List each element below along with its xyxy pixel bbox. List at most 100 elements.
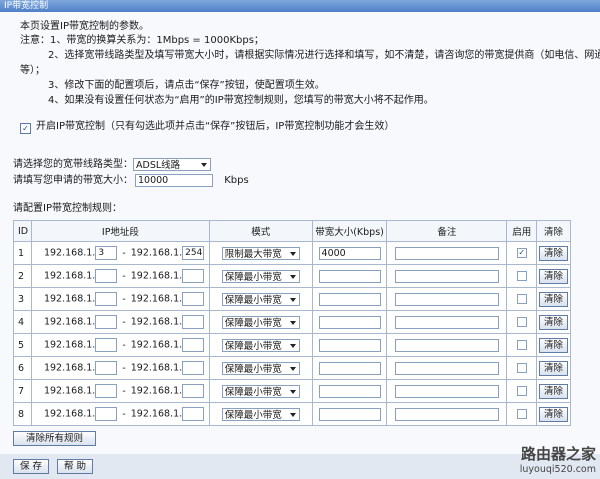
ip-start-input[interactable] <box>95 384 118 398</box>
ip-end-input[interactable] <box>182 292 205 306</box>
mode-cell: 保障最小带宽 <box>208 264 313 288</box>
clear-row-button[interactable]: 清除 <box>539 383 569 399</box>
bandwidth-input[interactable]: 10000 <box>135 173 213 187</box>
ip-start-input[interactable] <box>95 292 118 306</box>
enable-row-checkbox[interactable] <box>516 363 527 373</box>
bandwidth-cell <box>311 402 388 426</box>
clear-row-button[interactable]: 清除 <box>539 291 569 307</box>
mode-select[interactable]: 保障最小带宽 <box>221 269 300 283</box>
mode-select[interactable]: 限制最大带宽 <box>221 246 300 260</box>
mode-value: 保障最小带宽 <box>224 294 282 306</box>
remark-field[interactable] <box>394 269 499 283</box>
mode-cell: 保障最小带宽 <box>208 402 313 426</box>
enable-row-checkbox[interactable] <box>516 294 527 304</box>
bandwidth-field[interactable] <box>318 384 381 398</box>
ip-start-input[interactable] <box>95 361 118 375</box>
ip-prefix: 192.168.1. <box>130 270 183 282</box>
mode-select[interactable]: 保障最小带宽 <box>221 338 300 352</box>
enable-row-checkbox[interactable] <box>516 386 527 396</box>
table-row: 2 192.168.1. -192.168.1. 保障最小带宽 清除 <box>13 264 571 288</box>
bandwidth-field[interactable] <box>318 407 381 421</box>
remark-cell <box>386 356 508 380</box>
ip-end-input[interactable] <box>182 315 205 329</box>
mode-select[interactable]: 保障最小带宽 <box>221 407 300 421</box>
bandwidth-field[interactable] <box>318 292 381 306</box>
clear-cell: 清除 <box>536 241 571 265</box>
remark-cell <box>386 333 508 357</box>
ip-end-input[interactable] <box>182 384 205 398</box>
remark-cell <box>386 241 508 265</box>
ip-start-input[interactable] <box>95 338 118 352</box>
clear-row-button[interactable]: 清除 <box>539 268 569 284</box>
clear-row-button[interactable]: 清除 <box>539 360 569 376</box>
enable-control-row[interactable]: ✓ 开启IP带宽控制（只有勾选此项并点击“保存”按钮后，IP带宽控制功能才会生效） <box>20 117 394 134</box>
mode-cell: 保障最小带宽 <box>208 287 313 311</box>
help-button[interactable]: 帮 助 <box>57 459 93 474</box>
ip-range-cell: 192.168.1. -192.168.1. <box>30 264 210 288</box>
enable-row-checkbox[interactable] <box>516 271 527 281</box>
enable-row-checkbox[interactable] <box>516 409 527 419</box>
table-row: 6 192.168.1. -192.168.1. 保障最小带宽 清除 <box>13 356 571 380</box>
line-type-label: 请选择您的宽带线路类型： <box>13 159 133 170</box>
ip-start-input[interactable]: 3 <box>95 246 118 260</box>
remark-field[interactable] <box>394 338 499 352</box>
mode-value: 保障最小带宽 <box>224 409 282 421</box>
clear-row-button[interactable]: 清除 <box>539 314 569 330</box>
enable-cell <box>506 402 538 426</box>
ip-start-input[interactable] <box>95 269 118 283</box>
ip-range-cell: 192.168.1. -192.168.1. <box>30 379 210 403</box>
row-id: 7 <box>13 379 32 403</box>
ip-separator: - <box>122 316 126 328</box>
table-row: 7 192.168.1. -192.168.1. 保障最小带宽 清除 <box>13 379 571 403</box>
ip-end-input[interactable]: 254 <box>182 246 205 260</box>
clear-all-rules-button[interactable]: 清除所有规则 <box>13 431 96 446</box>
enable-cell <box>506 287 538 311</box>
watermark: 路由器之家 luyouqi520.com <box>520 443 596 475</box>
bandwidth-field[interactable] <box>318 361 381 375</box>
bandwidth-field[interactable] <box>318 338 381 352</box>
remark-field[interactable] <box>394 246 499 260</box>
ip-prefix: 192.168.1. <box>130 316 183 328</box>
mode-select[interactable]: 保障最小带宽 <box>221 361 300 375</box>
ip-separator: - <box>122 408 126 420</box>
bandwidth-field[interactable] <box>318 269 381 283</box>
note-line-1: 本页设置IP带宽控制的参数。 <box>20 21 149 32</box>
chevron-down-icon <box>289 320 296 325</box>
clear-row-button[interactable]: 清除 <box>539 337 569 353</box>
mode-cell: 保障最小带宽 <box>208 356 313 380</box>
mode-select[interactable]: 保障最小带宽 <box>221 292 300 306</box>
ip-start-input[interactable] <box>95 407 118 421</box>
clear-row-button[interactable]: 清除 <box>539 245 569 261</box>
enable-row-checkbox[interactable] <box>516 317 527 327</box>
enable-row-checkbox[interactable] <box>516 340 527 350</box>
ip-prefix: 192.168.1. <box>43 270 96 282</box>
bandwidth-field[interactable] <box>318 315 381 329</box>
bandwidth-cell: 4000 <box>311 241 388 265</box>
row-id: 1 <box>13 241 32 265</box>
remark-field[interactable] <box>394 315 499 329</box>
bandwidth-field[interactable]: 4000 <box>318 246 381 260</box>
ip-prefix: 192.168.1. <box>43 408 96 420</box>
save-button[interactable]: 保 存 <box>13 459 49 474</box>
clear-cell: 清除 <box>536 287 571 311</box>
ip-separator: - <box>122 293 126 305</box>
remark-field[interactable] <box>394 361 499 375</box>
clear-row-button[interactable]: 清除 <box>539 406 569 422</box>
remark-field[interactable] <box>394 407 499 421</box>
ip-end-input[interactable] <box>182 407 205 421</box>
ip-end-input[interactable] <box>182 338 205 352</box>
enable-checkbox[interactable]: ✓ <box>20 123 31 134</box>
remark-field[interactable] <box>394 384 499 398</box>
line-type-select[interactable]: ADSL线路 <box>133 157 211 171</box>
ip-separator: - <box>122 270 126 282</box>
enable-row-checkbox[interactable]: ✓ <box>516 248 527 258</box>
ip-end-input[interactable] <box>182 361 205 375</box>
remark-field[interactable] <box>394 292 499 306</box>
mode-select[interactable]: 保障最小带宽 <box>221 315 300 329</box>
mode-select[interactable]: 保障最小带宽 <box>221 384 300 398</box>
bandwidth-cell <box>311 264 388 288</box>
ip-end-input[interactable] <box>182 269 205 283</box>
ip-start-input[interactable] <box>95 315 118 329</box>
bandwidth-cell <box>311 356 388 380</box>
col-id: ID <box>13 220 32 242</box>
